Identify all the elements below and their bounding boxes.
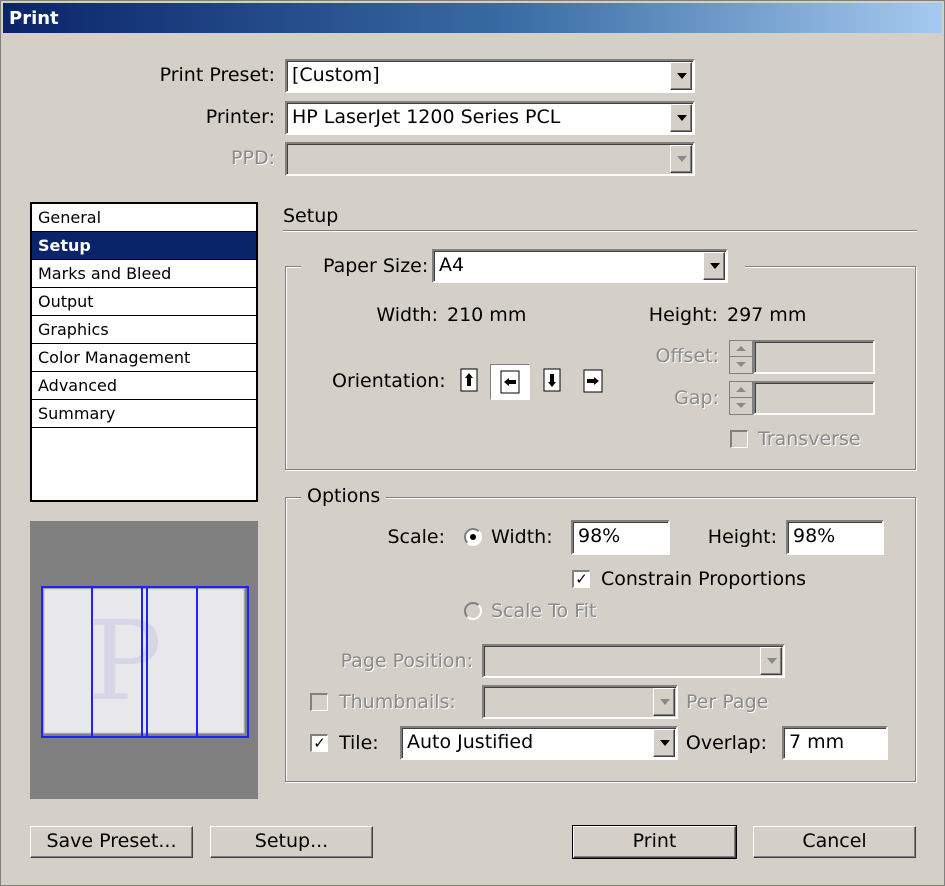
tile-value: Auto Justified [407,731,534,753]
options-heading: Options [301,485,387,507]
sidebar-item-setup[interactable]: Setup [32,232,256,260]
tile-label: Tile: [339,732,379,754]
paper-size-value: A4 [439,254,465,276]
category-list[interactable]: General Setup Marks and Bleed Output Gra… [30,202,258,502]
title-bar[interactable]: Print [3,3,942,33]
offset-stepper[interactable] [729,340,753,374]
chevron-down-icon[interactable] [670,62,692,90]
orientation-portrait-button[interactable] [452,364,486,398]
chevron-down-icon[interactable] [760,647,782,675]
window-title: Print [9,8,59,29]
landscape-icon [500,370,520,394]
sidebar-item-summary[interactable]: Summary [32,400,256,428]
page-preview: P [30,521,258,799]
stepper-down-icon[interactable] [730,398,752,414]
scale-to-fit-label: Scale To Fit [491,600,597,622]
scale-width-radio[interactable] [464,528,482,546]
sidebar-item-output[interactable]: Output [32,288,256,316]
checkmark-icon: ✓ [575,570,588,588]
width-value: 210 mm [447,304,527,326]
scale-width-label: Width: [491,526,553,548]
thumbnails-checkbox[interactable] [310,693,328,711]
ppd-label: PPD: [231,147,275,169]
scale-to-fit-radio[interactable] [464,602,482,620]
offset-label: Offset: [655,345,720,367]
preview-graphic: P [41,586,249,738]
checkmark-icon: ✓ [313,734,326,752]
scale-height-label: Height: [707,526,777,548]
print-preset-label: Print Preset: [159,64,275,86]
scale-width-value: 98% [578,525,621,547]
thumbnails-select[interactable] [482,685,678,719]
stepper-up-icon[interactable] [730,341,752,357]
scale-label: Scale: [387,526,445,548]
gap-stepper[interactable] [729,381,753,415]
chevron-down-icon[interactable] [703,252,725,280]
preview-watermark-glyph: P [88,597,162,725]
scale-width-input[interactable]: 98% [571,520,670,555]
setup-divider [283,230,917,232]
constrain-proportions-label: Constrain Proportions [601,568,807,590]
printer-select[interactable]: HP LaserJet 1200 Series PCL [285,101,695,135]
chevron-down-icon[interactable] [670,145,692,173]
overlap-input[interactable]: 7 mm [782,726,888,760]
transverse-label: Transverse [758,428,861,450]
cancel-button[interactable]: Cancel [753,826,916,858]
width-label: Width: [376,304,438,326]
transverse-checkbox[interactable] [730,430,748,448]
printer-label: Printer: [205,106,275,128]
orientation-reverse-landscape-button[interactable] [576,364,610,398]
paper-size-label: Paper Size: [323,255,429,277]
sidebar-item-general[interactable]: General [32,204,256,232]
orientation-landscape-button[interactable] [490,364,530,400]
sidebar-item-advanced[interactable]: Advanced [32,372,256,400]
scale-height-input[interactable]: 98% [786,520,884,555]
chevron-down-icon[interactable] [653,688,675,716]
page-position-label: Page Position: [340,650,473,672]
gap-label: Gap: [674,387,719,409]
constrain-proportions-checkbox[interactable]: ✓ [572,570,590,588]
height-label: Height: [648,304,718,326]
chevron-down-icon[interactable] [653,729,675,757]
printer-value: HP LaserJet 1200 Series PCL [292,106,561,128]
thumbnails-label: Thumbnails: [339,691,456,713]
reverse-portrait-icon [543,368,561,392]
stepper-down-icon[interactable] [730,357,752,373]
orientation-label: Orientation: [332,370,446,392]
offset-field[interactable] [753,340,875,374]
print-preset-select[interactable]: [Custom] [285,59,695,93]
stepper-up-icon[interactable] [730,382,752,398]
setup-heading: Setup [283,205,339,227]
sidebar-item-marks-and-bleed[interactable]: Marks and Bleed [32,260,256,288]
overlap-value: 7 mm [789,731,845,753]
chevron-down-icon[interactable] [670,104,692,132]
height-value: 297 mm [727,304,807,326]
setup-button[interactable]: Setup... [210,826,373,858]
per-page-label: Per Page [686,691,769,713]
tile-select[interactable]: Auto Justified [400,726,678,760]
reverse-landscape-icon [583,369,603,393]
gap-field[interactable] [753,381,875,415]
ppd-select[interactable] [285,142,695,176]
paper-size-select[interactable]: A4 [432,249,728,283]
print-preset-value: [Custom] [292,64,380,86]
tile-checkbox[interactable]: ✓ [310,734,328,752]
sidebar-item-graphics[interactable]: Graphics [32,316,256,344]
orientation-reverse-portrait-button[interactable] [535,364,569,398]
print-button[interactable]: Print [572,825,737,859]
print-dialog: Print Print Preset: [Custom] Printer: HP… [0,0,945,886]
overlap-label: Overlap: [685,732,767,754]
save-preset-button[interactable]: Save Preset... [30,826,193,858]
scale-height-value: 98% [793,525,836,547]
page-position-select[interactable] [482,644,785,678]
portrait-icon [460,368,478,392]
sidebar-item-color-management[interactable]: Color Management [32,344,256,372]
